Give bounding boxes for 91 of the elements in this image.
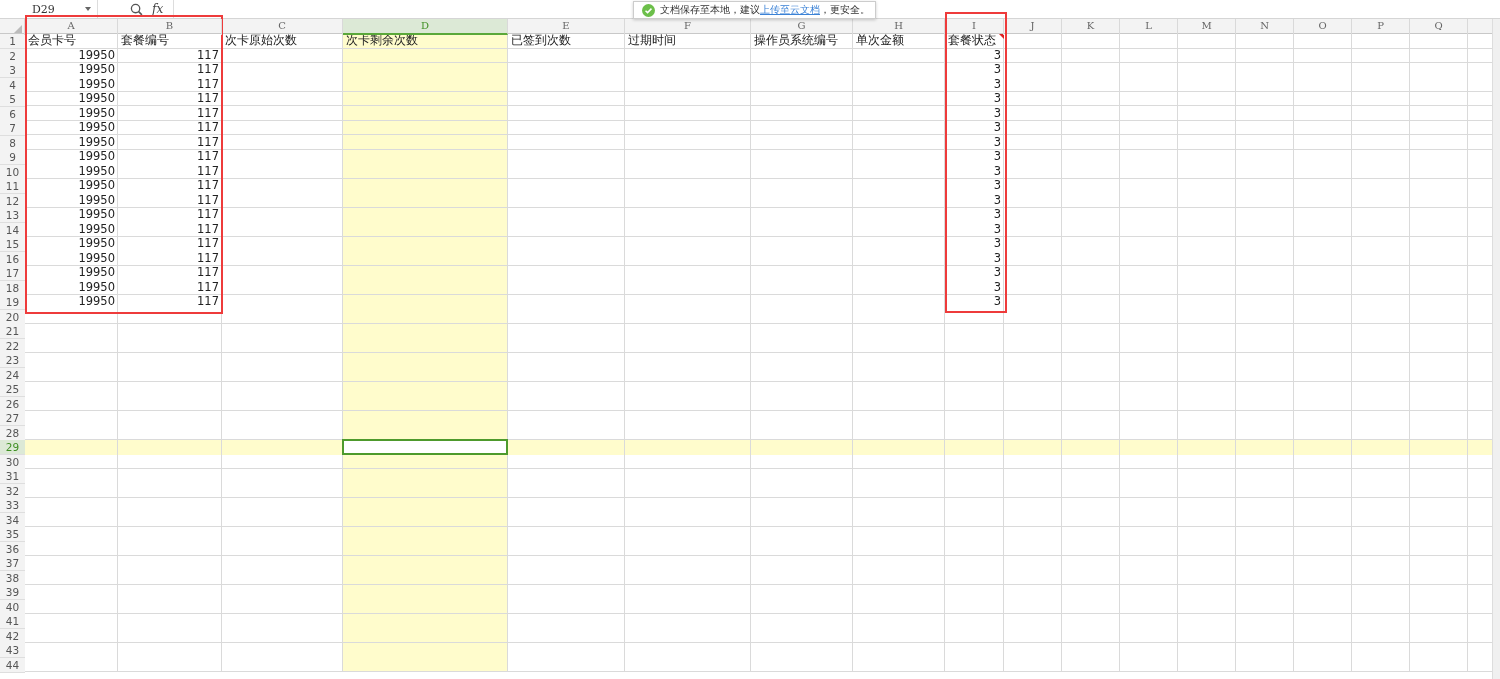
- caret-icon: [85, 7, 91, 11]
- corner-triangle-icon: [14, 25, 22, 33]
- search-icon[interactable]: [130, 2, 143, 16]
- row-header[interactable]: 35: [0, 527, 25, 542]
- table-cell[interactable]: 3: [945, 77, 1004, 93]
- table-cell[interactable]: 3: [945, 208, 1004, 223]
- table-cell[interactable]: 3: [945, 222, 1004, 238]
- table-cell[interactable]: 117: [118, 77, 222, 93]
- table-cell[interactable]: 3: [945, 48, 1004, 64]
- row-header[interactable]: 17: [0, 266, 25, 281]
- table-cell[interactable]: 117: [118, 135, 222, 151]
- row-header[interactable]: 43: [0, 643, 25, 658]
- table-cell[interactable]: 3: [945, 266, 1004, 281]
- table-cell[interactable]: 单次金额: [853, 34, 945, 49]
- table-cell[interactable]: 3: [945, 237, 1004, 252]
- table-cell[interactable]: 19950: [25, 92, 118, 107]
- table-cell[interactable]: 19950: [25, 280, 118, 296]
- row-header[interactable]: 27: [0, 411, 25, 426]
- table-cell[interactable]: 117: [118, 121, 222, 136]
- row-header[interactable]: 7: [0, 121, 25, 136]
- table-cell[interactable]: 117: [118, 208, 222, 223]
- table-cell[interactable]: 117: [118, 179, 222, 194]
- row-header[interactable]: 23: [0, 353, 25, 368]
- table-cell[interactable]: 19950: [25, 237, 118, 252]
- name-box[interactable]: D29: [0, 0, 98, 18]
- table-cell[interactable]: 117: [118, 222, 222, 238]
- table-cell[interactable]: 117: [118, 295, 222, 310]
- row-header[interactable]: 19: [0, 295, 25, 310]
- table-cell[interactable]: 3: [945, 63, 1004, 78]
- row-header[interactable]: 5: [0, 92, 25, 107]
- row-header[interactable]: 21: [0, 324, 25, 339]
- table-cell[interactable]: 已签到次数: [508, 34, 625, 49]
- table-cell[interactable]: 过期时间: [625, 34, 751, 49]
- table-cell[interactable]: 次卡原始次数: [222, 34, 343, 49]
- row-header[interactable]: 15: [0, 237, 25, 252]
- row-header[interactable]: 11: [0, 179, 25, 194]
- table-cell[interactable]: 117: [118, 150, 222, 165]
- table-cell[interactable]: 117: [118, 193, 222, 209]
- table-cell[interactable]: 套餐状态: [945, 34, 1004, 49]
- table-cell[interactable]: 3: [945, 280, 1004, 296]
- upload-link[interactable]: 上传至云文档: [760, 4, 820, 15]
- table-cell[interactable]: 117: [118, 280, 222, 296]
- table-cell[interactable]: 19950: [25, 164, 118, 180]
- table-cell[interactable]: 3: [945, 179, 1004, 194]
- row-header[interactable]: 41: [0, 614, 25, 629]
- table-cell[interactable]: 3: [945, 135, 1004, 151]
- table-cell[interactable]: 19950: [25, 295, 118, 310]
- table-cell[interactable]: 19950: [25, 48, 118, 64]
- table-cell[interactable]: 3: [945, 92, 1004, 107]
- table-cell[interactable]: 套餐编号: [118, 34, 222, 49]
- row-header[interactable]: 37: [0, 556, 25, 571]
- table-cell[interactable]: 19950: [25, 121, 118, 136]
- table-cell[interactable]: 117: [118, 266, 222, 281]
- table-cell[interactable]: 19950: [25, 251, 118, 267]
- row-header[interactable]: 39: [0, 585, 25, 600]
- table-cell[interactable]: 3: [945, 150, 1004, 165]
- table-cell[interactable]: 117: [118, 237, 222, 252]
- table-cell[interactable]: 19950: [25, 193, 118, 209]
- table-cell[interactable]: 19950: [25, 77, 118, 93]
- table-cell[interactable]: 19950: [25, 150, 118, 165]
- table-cell[interactable]: 117: [118, 92, 222, 107]
- table-cell[interactable]: 19950: [25, 266, 118, 281]
- table-cell[interactable]: 操作员系统编号: [751, 34, 853, 49]
- row-header[interactable]: 9: [0, 150, 25, 165]
- table-cell[interactable]: 19950: [25, 106, 118, 122]
- table-cell[interactable]: 3: [945, 251, 1004, 267]
- table-cell[interactable]: 117: [118, 251, 222, 267]
- table-cell[interactable]: 117: [118, 48, 222, 64]
- table-cell[interactable]: 会员卡号: [25, 34, 118, 49]
- table-cell[interactable]: 3: [945, 106, 1004, 122]
- row-header[interactable]: 3: [0, 63, 25, 78]
- vertical-scrollbar[interactable]: [1492, 19, 1500, 679]
- table-cell[interactable]: 3: [945, 164, 1004, 180]
- table-cell[interactable]: 19950: [25, 63, 118, 78]
- table-cell[interactable]: 3: [945, 295, 1004, 310]
- row-header[interactable]: 33: [0, 498, 25, 513]
- row-header[interactable]: 31: [0, 469, 25, 484]
- table-cell[interactable]: 117: [118, 106, 222, 122]
- table-cell[interactable]: 117: [118, 164, 222, 180]
- table-cell[interactable]: 117: [118, 63, 222, 78]
- table-cell[interactable]: 19950: [25, 222, 118, 238]
- row-header[interactable]: 25: [0, 382, 25, 397]
- toast-message: 文档保存至本地，建议上传至云文档，更安全。: [660, 3, 870, 17]
- table-cell[interactable]: 3: [945, 193, 1004, 209]
- row-header[interactable]: 1: [0, 34, 25, 49]
- active-cell[interactable]: [342, 439, 508, 455]
- table-cell[interactable]: 19950: [25, 208, 118, 223]
- table-cell[interactable]: 19950: [25, 135, 118, 151]
- table-cell[interactable]: 3: [945, 121, 1004, 136]
- row-header[interactable]: 13: [0, 208, 25, 223]
- table-cell[interactable]: 19950: [25, 179, 118, 194]
